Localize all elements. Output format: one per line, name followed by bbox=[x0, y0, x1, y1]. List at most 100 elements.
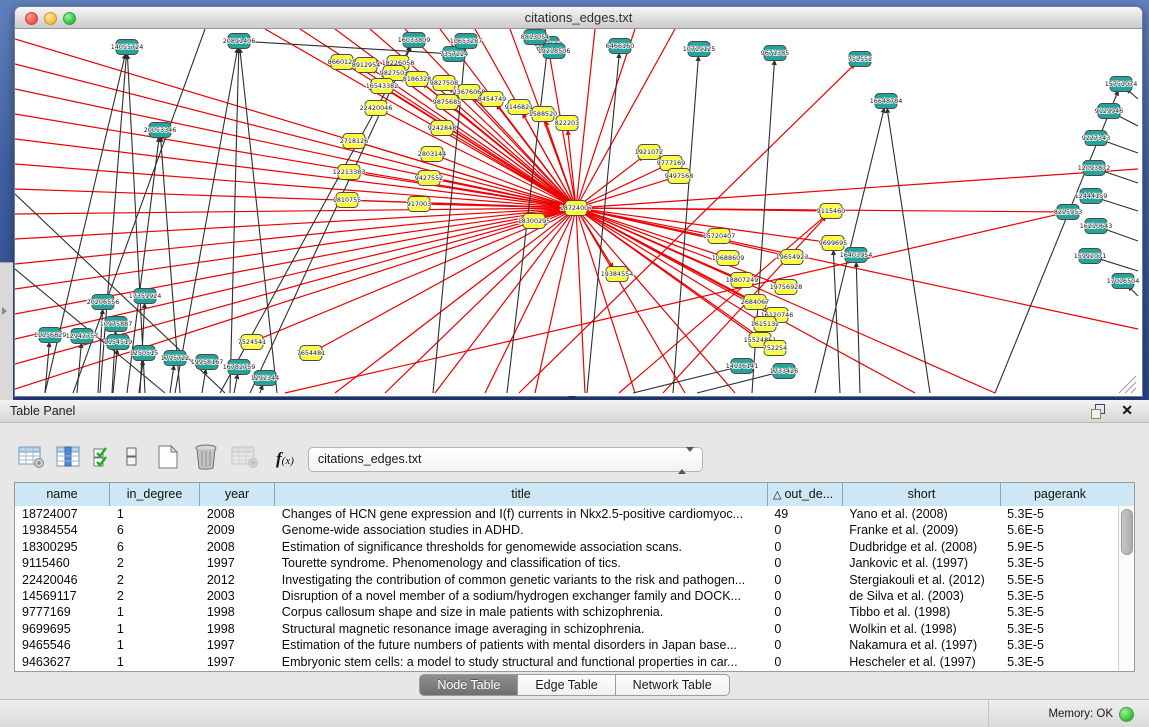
graph-node[interactable]: 20206556 bbox=[87, 295, 120, 310]
function-builder-icon[interactable]: f(x) bbox=[276, 449, 294, 469]
table-row[interactable]: 969969511998Structural magnetic resonanc… bbox=[15, 621, 1118, 637]
table-mode-icon[interactable] bbox=[18, 445, 45, 474]
graph-node[interactable]: 2803144 bbox=[418, 147, 446, 162]
graph-node[interactable]: 6466160 bbox=[606, 39, 634, 54]
tab-node-table[interactable]: Node Table bbox=[419, 674, 518, 696]
graph-node[interactable]: 751552 bbox=[848, 52, 872, 67]
new-column-icon[interactable] bbox=[155, 444, 181, 475]
graph-node[interactable]: 12942757 bbox=[66, 329, 99, 344]
graph-node[interactable]: 20891406 bbox=[223, 34, 256, 49]
graph-node-label: 16210643 bbox=[1080, 222, 1113, 230]
graph-node[interactable]: 1292344 bbox=[251, 371, 279, 386]
graph-node[interactable]: 16210643 bbox=[1080, 219, 1113, 234]
network-window[interactable]: citations_edges.txt 14055724 20891406 1603… bbox=[14, 6, 1143, 397]
graph-node[interactable]: 2684067 bbox=[741, 295, 769, 310]
graph-node[interactable]: 1588520 bbox=[529, 107, 557, 122]
graph-node[interactable]: 12444159 bbox=[1075, 189, 1108, 204]
graph-node[interactable]: 14055724 bbox=[111, 40, 144, 55]
graph-node[interactable]: 9129946 bbox=[1095, 104, 1123, 119]
network-desktop: citations_edges.txt 14055724 20891406 1603… bbox=[0, 0, 1149, 400]
column-header-in-degree[interactable]: in_degree bbox=[110, 483, 200, 506]
close-panel-icon[interactable]: ✕ bbox=[1121, 402, 1133, 419]
graph-node[interactable]: 16033809 bbox=[398, 33, 431, 48]
graph-node[interactable]: 822203 bbox=[555, 116, 579, 131]
graph-node[interactable]: 7524541 bbox=[238, 335, 266, 350]
graph-node[interactable]: 2718126 bbox=[340, 134, 368, 149]
panel-orientation-icon[interactable] bbox=[125, 445, 139, 474]
graph-node[interactable]: 8813054 bbox=[521, 30, 549, 45]
graph-node[interactable]: 12213383 bbox=[333, 165, 366, 180]
graph-node[interactable]: 9115460 bbox=[817, 204, 845, 219]
tab-network-table[interactable]: Network Table bbox=[616, 674, 730, 696]
column-header-title[interactable]: title bbox=[275, 483, 768, 506]
scrollbar-thumb[interactable] bbox=[1121, 509, 1133, 555]
graph-node[interactable]: 11156829 bbox=[34, 328, 67, 343]
graph-node-label: 12213383 bbox=[333, 168, 366, 176]
column-header-name[interactable]: name bbox=[15, 483, 110, 506]
graph-node-label: 1615132 bbox=[751, 320, 779, 328]
graph-node[interactable]: 8186328 bbox=[403, 72, 431, 87]
graph-node[interactable]: 16782759 bbox=[223, 360, 256, 375]
network-graph[interactable]: 1405572420891406160338097357224106532871… bbox=[15, 29, 1140, 395]
table-row[interactable]: 946554611997Estimation of the future num… bbox=[15, 637, 1118, 653]
table-row[interactable]: 1456911722003Disruption of a novel membe… bbox=[15, 588, 1118, 604]
graph-node[interactable]: 17359924 bbox=[129, 289, 162, 304]
graph-node[interactable]: 752254 bbox=[763, 341, 787, 356]
panel-expand-icon[interactable] bbox=[2, 307, 7, 315]
graph-node[interactable]: 16648784 bbox=[870, 94, 903, 109]
table-row[interactable]: 1830029562008Estimation of significance … bbox=[15, 539, 1118, 555]
table-row[interactable]: 1938455462009Genome-wide association stu… bbox=[15, 522, 1118, 538]
graph-node[interactable]: 9427552 bbox=[415, 171, 443, 186]
graph-node[interactable]: 19756928 bbox=[770, 280, 803, 295]
graph-node[interactable]: 15992071 bbox=[1074, 249, 1107, 264]
graph-node[interactable]: 8912954 bbox=[352, 58, 380, 73]
graph-node[interactable]: 1921072 bbox=[635, 145, 663, 160]
delete-column-icon[interactable] bbox=[192, 443, 220, 475]
row-selection-icon[interactable] bbox=[92, 445, 114, 474]
graph-node[interactable]: 10688609 bbox=[712, 251, 745, 266]
graph-node[interactable]: 9875685 bbox=[433, 95, 461, 110]
memory-ok-indicator[interactable] bbox=[1119, 707, 1134, 722]
graph-node[interactable]: 15751074 bbox=[1105, 77, 1138, 92]
minimize-window-button[interactable] bbox=[44, 12, 57, 25]
graph-node[interactable]: 9227343 bbox=[1082, 131, 1110, 146]
table-row[interactable]: 2242004622012Investigating the contribut… bbox=[15, 572, 1118, 588]
graph-node[interactable]: 19958167 bbox=[191, 355, 224, 370]
float-panel-icon[interactable] bbox=[1091, 404, 1105, 418]
graph-node[interactable]: 1154519 bbox=[104, 335, 132, 350]
graph-node[interactable]: 9671385 bbox=[761, 46, 789, 61]
graph-node[interactable]: 9242848 bbox=[428, 121, 456, 136]
graph-node[interactable]: 1733426 bbox=[770, 364, 798, 379]
graph-node[interactable]: 1810755 bbox=[333, 193, 361, 208]
table-row[interactable]: 1872400712008Changes of HCN gene express… bbox=[15, 506, 1118, 522]
table-row[interactable]: 977716911998Corpus callosum shape and si… bbox=[15, 604, 1118, 620]
column-header-out-degree[interactable]: △out_de... bbox=[768, 483, 843, 506]
graph-node[interactable]: 10719125 bbox=[683, 42, 716, 57]
graph-node[interactable]: 8215953 bbox=[1054, 205, 1082, 220]
table-source-dropdown[interactable]: citations_edges.txt bbox=[308, 447, 703, 472]
tab-edge-table[interactable]: Edge Table bbox=[518, 674, 615, 696]
graph-node[interactable]: 1795722 bbox=[161, 351, 189, 366]
graph-node[interactable]: 7654481 bbox=[297, 346, 325, 361]
column-header-pagerank[interactable]: pagerank bbox=[1001, 483, 1119, 506]
table-row[interactable]: 946362711997Embryonic stem cells: a mode… bbox=[15, 654, 1118, 670]
window-titlebar[interactable]: citations_edges.txt bbox=[15, 7, 1142, 29]
table-row[interactable]: 911546021997Tourette syndrome. Phenomeno… bbox=[15, 555, 1118, 571]
close-window-button[interactable] bbox=[25, 12, 38, 25]
graph-node-label: 14136141 bbox=[726, 362, 759, 370]
show-columns-icon[interactable] bbox=[56, 445, 81, 474]
table-scrollbar[interactable] bbox=[1118, 506, 1134, 671]
graph-node[interactable]: 16403954 bbox=[840, 248, 873, 263]
column-header-short[interactable]: short bbox=[843, 483, 1001, 506]
graph-node[interactable]: 9497568 bbox=[665, 169, 693, 184]
graph-node[interactable]: 1615132 bbox=[751, 317, 779, 332]
graph-node[interactable]: 917003 bbox=[407, 197, 431, 212]
graph-node[interactable]: 20053346 bbox=[144, 123, 177, 138]
zoom-window-button[interactable] bbox=[63, 12, 76, 25]
graph-node[interactable]: 8454749 bbox=[478, 92, 506, 107]
graph-node[interactable]: 1250515 bbox=[130, 346, 158, 361]
network-canvas[interactable]: 1405572420891406160338097357224106532871… bbox=[15, 29, 1140, 395]
graph-node[interactable]: 9699695 bbox=[819, 236, 847, 251]
graph-node[interactable]: 17016504 bbox=[1107, 274, 1140, 289]
column-header-year[interactable]: year bbox=[200, 483, 275, 506]
